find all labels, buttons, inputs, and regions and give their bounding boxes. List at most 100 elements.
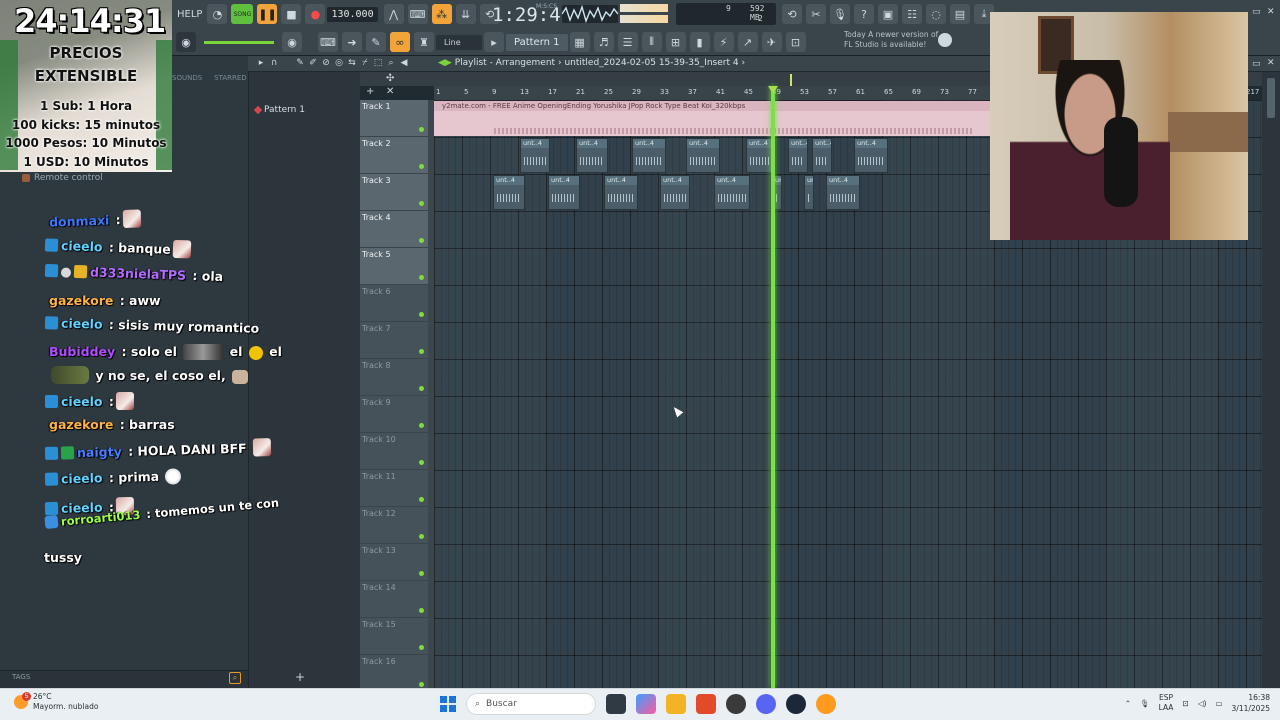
minimize-icon[interactable]: ▭	[1252, 59, 1261, 69]
news-panel[interactable]: Today A newer version of FL Studio is av…	[844, 30, 944, 50]
mixer-icon[interactable]: ☷	[902, 4, 922, 24]
track-header[interactable]: Track 8	[360, 359, 428, 396]
audio-clip[interactable]: y2mate.com - FREE Anime OpeningEnding Yo…	[434, 101, 994, 136]
scrollbar-thumb[interactable]	[1267, 78, 1275, 118]
app-minimize-icon[interactable]: ▭	[1252, 7, 1261, 17]
pattern-clip[interactable]: unt..4	[714, 175, 750, 210]
pattern-clip[interactable]: unt..4	[788, 138, 808, 173]
link-icon[interactable]: ∞	[390, 32, 410, 52]
track-header[interactable]: Track 12	[360, 507, 428, 544]
track-mute-led-icon[interactable]	[419, 164, 424, 169]
pause-button[interactable]: ❚❚	[257, 4, 278, 24]
network-icon[interactable]: ⊡	[1182, 699, 1188, 708]
delete-icon[interactable]: ⊘	[321, 58, 331, 68]
picker-item-pattern-1[interactable]: Pattern 1	[253, 105, 305, 115]
pattern-clip[interactable]: unt..4	[520, 138, 550, 173]
taskbar-clock[interactable]: 16:38 3/11/2025	[1232, 692, 1270, 714]
metronome-icon[interactable]: ◔	[207, 4, 228, 24]
steam-icon[interactable]	[786, 694, 806, 714]
step-edit-icon[interactable]: ⁂	[431, 4, 452, 24]
track-header[interactable]: Track 6	[360, 285, 428, 322]
discord-icon[interactable]	[756, 694, 776, 714]
pattern-clip[interactable]: unt..4	[548, 175, 580, 210]
zoom-icon[interactable]: ⌕	[386, 58, 396, 68]
playlist-vertical-scrollbar[interactable]	[1262, 72, 1280, 688]
collapse-icon[interactable]: ✕	[386, 86, 394, 97]
magnet-icon[interactable]: ∩	[269, 58, 279, 68]
slice-icon[interactable]: ⌿	[360, 58, 370, 68]
channel-rack-icon[interactable]: ☰	[617, 32, 638, 52]
piano-roll-icon[interactable]: ♬	[593, 32, 614, 52]
track-mute-led-icon[interactable]	[419, 534, 424, 539]
track-mute-led-icon[interactable]	[419, 460, 424, 465]
tags-label[interactable]: TAGS	[12, 673, 30, 681]
taskbar-search[interactable]: ⌕ Buscar	[466, 693, 596, 715]
brave-browser-icon[interactable]	[696, 694, 716, 714]
arrow-icon[interactable]: ➜	[342, 32, 362, 52]
track-header[interactable]: Track 7	[360, 322, 428, 359]
mixer-window-icon[interactable]: ⫴	[641, 32, 662, 52]
track-header[interactable]: Track 2	[360, 137, 428, 174]
master-knob-icon[interactable]: ◉	[176, 32, 196, 52]
battery-icon[interactable]: ▭	[1215, 699, 1222, 708]
draw-icon[interactable]: ✎	[295, 58, 305, 68]
tab-sounds[interactable]: SOUNDS	[172, 74, 202, 82]
pitch-knob-icon[interactable]: ◉	[282, 32, 302, 52]
snap-arrow-icon[interactable]: ▸	[484, 32, 504, 52]
tray-mic-icon[interactable]: 🎙	[1140, 699, 1150, 708]
record-button[interactable]: ●	[305, 4, 326, 24]
playhead-marker-icon[interactable]	[768, 86, 778, 94]
expand-icon[interactable]: ✣	[386, 73, 394, 84]
pattern-clip[interactable]: unt..4	[812, 138, 832, 173]
browser-item-remote-control[interactable]: Remote control	[22, 173, 103, 183]
track-mute-led-icon[interactable]	[419, 682, 424, 687]
song-mode-toggle[interactable]: SONG	[231, 4, 254, 24]
track-mute-led-icon[interactable]	[419, 127, 424, 132]
brush-icon[interactable]: ✎	[366, 32, 386, 52]
file-icon[interactable]: ▮	[689, 32, 710, 52]
slip-icon[interactable]: ⇆	[347, 58, 357, 68]
typing-keyboard-icon[interactable]: ⌨	[407, 4, 428, 24]
tray-chevron-up-icon[interactable]: ⌃	[1125, 699, 1131, 708]
fl-studio-icon[interactable]	[816, 694, 836, 714]
playback-icon[interactable]: ◀	[399, 58, 409, 68]
undo-icon[interactable]: ⟲	[782, 4, 802, 24]
stop-button[interactable]: ■	[281, 4, 302, 24]
blend-notes-icon[interactable]: ⇊	[455, 4, 476, 24]
playlist-nav-icon[interactable]: ◀▶	[438, 58, 455, 68]
browser-search-icon[interactable]: ⌕	[229, 672, 241, 684]
wand-icon[interactable]: ↗	[737, 32, 758, 52]
cut-icon[interactable]: ✂	[806, 4, 826, 24]
add-pattern-icon[interactable]: +	[295, 670, 305, 684]
track-mute-led-icon[interactable]	[419, 645, 424, 650]
track-mute-led-icon[interactable]	[419, 275, 424, 280]
track-mute-led-icon[interactable]	[419, 312, 424, 317]
browser-window-icon[interactable]: ⊞	[665, 32, 686, 52]
volume-icon[interactable]: ◁)	[1198, 699, 1207, 708]
track-header[interactable]: Track 10	[360, 433, 428, 470]
help-menu[interactable]: HELP	[177, 9, 202, 20]
track-header[interactable]: Track 16	[360, 655, 428, 692]
timeline-ruler[interactable]	[434, 86, 994, 100]
snap-select[interactable]: Line	[436, 34, 482, 50]
weather-widget[interactable]: 5 26°C Mayorm. nublado	[14, 692, 98, 712]
track-header[interactable]: Track 9	[360, 396, 428, 433]
track-mute-led-icon[interactable]	[419, 608, 424, 613]
task-view-icon[interactable]	[606, 694, 626, 714]
mute-icon[interactable]: ◎	[334, 58, 344, 68]
pattern-song-icon[interactable]: ⋀	[383, 4, 404, 24]
track-mute-led-icon[interactable]	[419, 238, 424, 243]
paint-icon[interactable]: ✐	[308, 58, 318, 68]
pattern-clip[interactable]: unt..4	[826, 175, 860, 210]
track-mute-led-icon[interactable]	[419, 201, 424, 206]
track-header[interactable]: Track 5	[360, 248, 428, 285]
loop-marker[interactable]	[790, 74, 792, 86]
mic-icon[interactable]: 🎙	[830, 4, 850, 24]
app-close-icon[interactable]: ✕	[1267, 7, 1275, 17]
track-header[interactable]: Track 1	[360, 100, 428, 137]
pattern-clip[interactable]: unt..4	[493, 175, 525, 210]
pattern-clip[interactable]: unt..4	[660, 175, 690, 210]
tab-starred[interactable]: STARRED	[214, 74, 247, 82]
track-header[interactable]: Track 4	[360, 211, 428, 248]
language-indicator[interactable]: ESP LAA	[1159, 693, 1174, 713]
